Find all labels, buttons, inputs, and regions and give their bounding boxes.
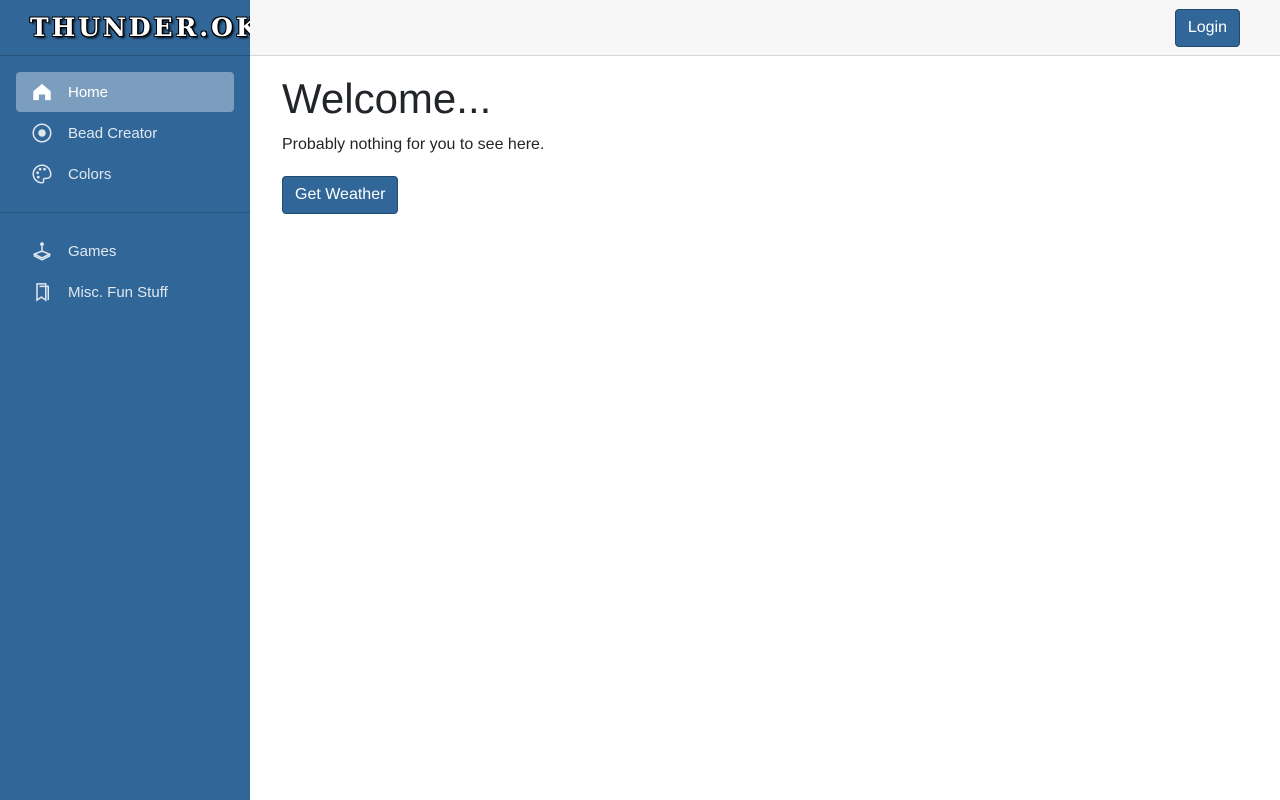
- sidebar-item-home[interactable]: Home: [16, 72, 234, 112]
- sidebar-item-misc-fun-stuff[interactable]: Misc. Fun Stuff: [16, 272, 234, 312]
- joystick-icon: [32, 241, 52, 261]
- bookmark-icon: [32, 282, 52, 302]
- sidebar-item-label: Home: [68, 83, 109, 101]
- palette-icon: [32, 164, 52, 184]
- login-button[interactable]: Login: [1174, 9, 1240, 47]
- sidebar-divider: [0, 212, 250, 213]
- sidebar: THUNDER.OK Home Bead Creator Colors Game…: [0, 0, 258, 800]
- sidebar-nav: Home Bead Creator Colors: [0, 56, 250, 194]
- sidebar-item-label: Colors: [68, 165, 112, 183]
- sidebar-item-colors[interactable]: Colors: [16, 154, 234, 194]
- get-weather-button[interactable]: Get Weather: [282, 176, 399, 214]
- page-text: Probably nothing for you to see here.: [282, 136, 545, 153]
- record-circle-icon: [32, 123, 52, 143]
- main-content: Welcome... Probably nothing for you to s…: [282, 56, 544, 214]
- sidebar-item-label: Bead Creator: [68, 124, 158, 142]
- top-bar: Login: [250, 0, 1280, 56]
- sidebar-nav-secondary: Games Misc. Fun Stuff: [0, 231, 250, 312]
- page-title: Welcome...: [282, 75, 492, 122]
- sidebar-item-games[interactable]: Games: [16, 231, 234, 271]
- sidebar-item-label: Misc. Fun Stuff: [68, 283, 168, 301]
- logo-area: THUNDER.OK: [0, 0, 258, 56]
- home-icon: [32, 82, 52, 102]
- site-logo[interactable]: THUNDER.OK: [30, 13, 261, 42]
- sidebar-item-label: Games: [68, 242, 117, 260]
- sidebar-item-bead-creator[interactable]: Bead Creator: [16, 113, 234, 153]
